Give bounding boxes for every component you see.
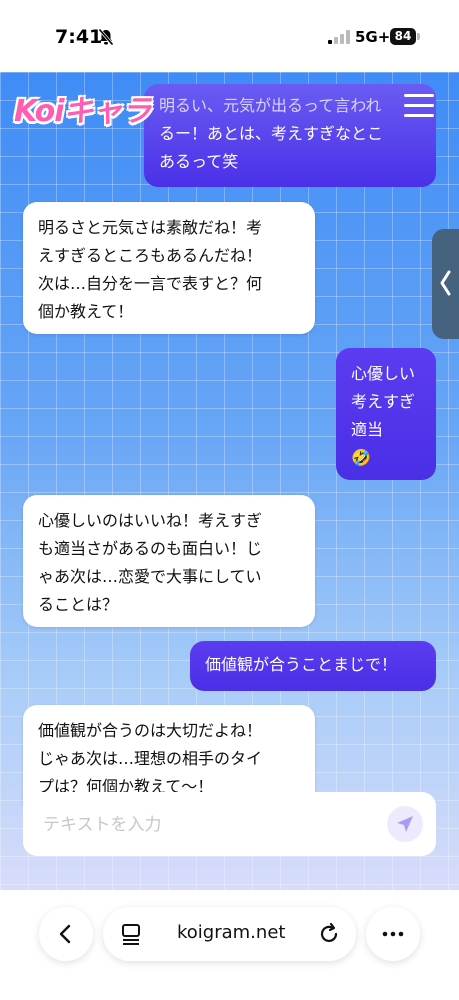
signal-icon [328,30,350,44]
battery-indicator: 84 [390,28,416,45]
message-line: 心優しい [351,364,416,383]
message-line: 価値観が合うのは大切だよね！ [38,721,263,740]
message-line: 適当 [351,420,384,439]
message-line: あるって笑 [159,152,239,171]
message-user: 価値観が合うことまじで！ [190,641,436,691]
message-line: 考えすぎ [351,392,416,411]
menu-icon-bar [404,104,434,107]
message-line: ゃあ次は…恋愛で大事にしてい [38,567,262,586]
bell-muted-icon [98,28,114,46]
address-bar[interactable]: koigram.net [103,907,356,961]
message-composer [23,792,436,856]
message-line: るー！あとは、考えすぎなとこ [159,124,384,143]
reload-icon[interactable] [317,922,341,946]
url-text: koigram.net [177,922,286,943]
more-icon [382,931,404,937]
send-button[interactable] [387,806,423,842]
message-user: 心優しい 考えすぎ 適当 🤣 [336,348,436,480]
menu-button[interactable] [404,94,434,118]
message-line: えすぎるところもあるんだね！ [38,246,263,265]
message-line: 心優しいのはいいね！考えすぎ [38,511,263,530]
message-line: 価値観が合うことまじで！ [205,655,398,674]
message-line: 明るい、元気が出るって言われ [159,96,382,115]
message-emoji: 🤣 [351,448,371,467]
message-line: ることは？ [38,595,119,614]
message-line: 個か教えて！ [38,302,134,321]
status-bar: 7:41 5G+ 84 [0,0,459,72]
side-panel-toggle[interactable] [432,229,459,339]
back-button[interactable] [39,907,93,961]
message-line: 次は…自分を一言で表すと？何 [38,274,263,293]
message-bot: 明るさと元気さは素敵だね！考 えすぎるところもあるんだね！ 次は…自分を一言で表… [23,202,315,334]
message-user: 明るい、元気が出るって言われ るー！あとは、考えすぎなとこ あるって笑 [144,84,436,187]
message-line: じゃあ次は…理想の相手のタイ [38,749,263,768]
network-label: 5G+ [355,28,391,46]
message-line: 明るさと元気さは素敵だね！考 [38,218,263,237]
chevron-left-icon [59,924,71,944]
message-line: も適当さがあるのも面白い！じ [38,539,263,558]
app-logo[interactable]: Koiキャラ [14,86,151,130]
browser-toolbar: koigram.net [0,890,459,1000]
message-bot: 心優しいのはいいね！考えすぎ も適当さがあるのも面白い！じ ゃあ次は…恋愛で大事… [23,495,315,627]
menu-icon-bar [404,114,434,117]
more-button[interactable] [366,907,420,961]
chevron-left-icon [440,270,451,296]
status-time: 7:41 [55,26,103,48]
send-icon [397,816,413,832]
reader-icon [122,924,140,945]
message-input[interactable] [41,810,375,840]
menu-icon-bar [404,94,434,97]
chat-area[interactable]: 明るい、元気が出るって言われ るー！あとは、考えすぎなとこ あるって笑 Koiキ… [0,72,459,890]
battery-tip [417,33,420,40]
